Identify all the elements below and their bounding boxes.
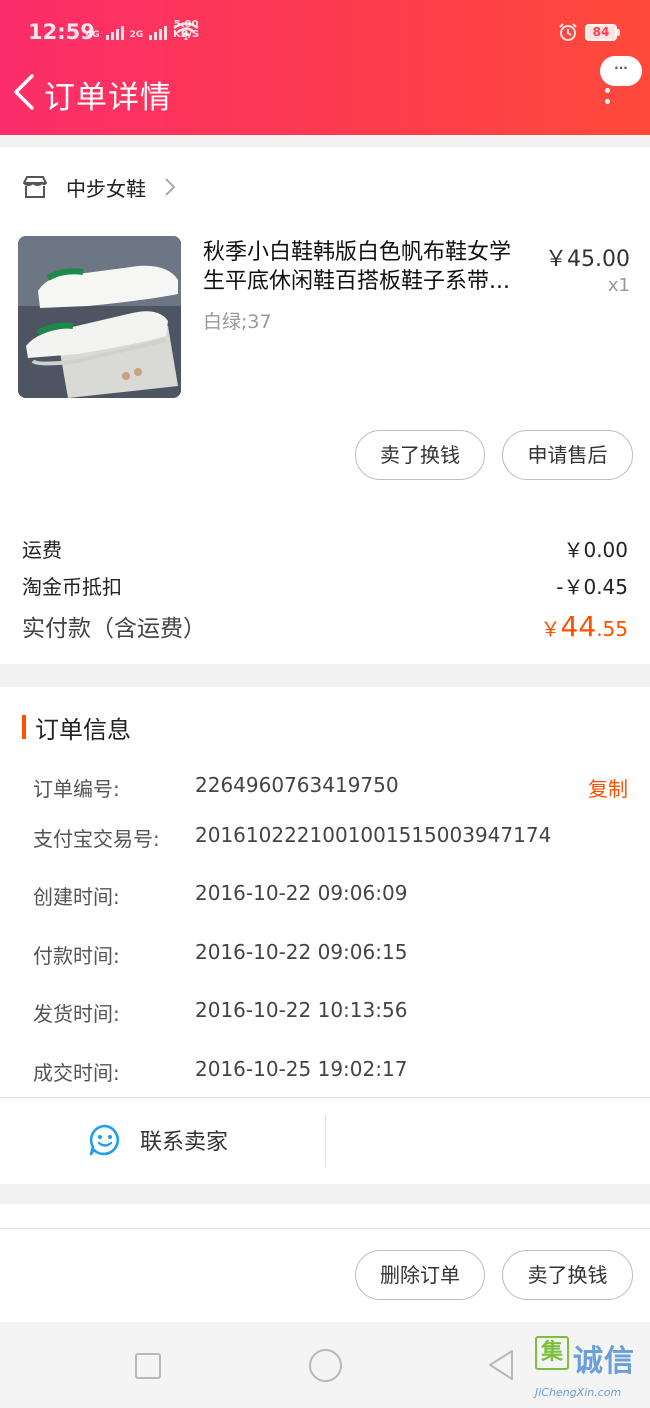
divider (0, 1097, 650, 1098)
order-product-card: 中步女鞋 秋季小白鞋韩版白色帆布鞋女学生平底休闲鞋百搭板鞋子系带... 白绿;3… (0, 147, 650, 664)
shop-name: 中步女鞋 (66, 176, 146, 201)
product-price: ￥45.00 (545, 247, 630, 272)
sell-for-cash-button[interactable]: 卖了换钱 (355, 430, 485, 480)
order-info-title: 订单信息 (22, 713, 131, 744)
coin-deduction-value: -￥0.45 (556, 575, 628, 599)
net-speed: 5.00 KB/S (173, 19, 200, 40)
shop-link[interactable]: 中步女鞋 (22, 171, 176, 203)
signal-bars-icon (105, 24, 124, 40)
network-4g-label: 4G (86, 30, 100, 40)
contact-seller-button[interactable]: 联系卖家 (88, 1123, 228, 1157)
chevron-right-icon (165, 178, 176, 196)
back-arrow-icon[interactable] (10, 72, 40, 112)
signal-bars-icon (149, 24, 168, 40)
coin-deduction-row: 淘金币抵扣 -￥0.45 (22, 571, 628, 600)
network-2g-label: 2G (129, 30, 144, 40)
alarm-icon (559, 23, 577, 41)
shipping-fee-value: ￥0.00 (563, 538, 628, 562)
product-sku: 白绿;37 (203, 311, 272, 333)
bottom-action-bar: 删除订单 卖了换钱 (0, 1204, 650, 1322)
battery-icon: 84 (585, 24, 620, 41)
status-bar: 12:59 4G 2G 5.00 KB/S 84 (0, 0, 650, 66)
product-title[interactable]: 秋季小白鞋韩版白色帆布鞋女学生平底休闲鞋百搭板鞋子系带... (203, 238, 528, 296)
nav-back-icon[interactable] (486, 1348, 516, 1382)
copy-button[interactable]: 复制 (588, 773, 628, 802)
divider (0, 1228, 650, 1229)
product-quantity: x1 (607, 275, 630, 296)
coin-deduction-label: 淘金币抵扣 (22, 575, 122, 599)
vertical-divider (325, 1115, 326, 1167)
watermark-logo: 集 诚信 JiChengXin.com (533, 1330, 650, 1408)
order-number-value: 2264960763419750 (195, 773, 399, 797)
recent-apps-icon[interactable] (135, 1353, 161, 1379)
more-menu-bubble[interactable]: ··· (600, 56, 642, 86)
shop-icon (23, 176, 47, 198)
delete-order-button[interactable]: 删除订单 (355, 1250, 485, 1300)
shipping-fee-label: 运费 (22, 538, 62, 562)
total-paid-value: ￥44.55 (540, 610, 628, 643)
chat-smile-icon (89, 1124, 120, 1156)
shoe-image (18, 236, 181, 398)
total-paid-label: 实付款（含运费） (22, 616, 206, 642)
sell-for-cash-button-bottom[interactable]: 卖了换钱 (502, 1250, 633, 1300)
home-icon[interactable] (309, 1349, 342, 1382)
status-time: 12:59 (28, 20, 95, 44)
apply-after-sale-button[interactable]: 申请售后 (502, 430, 633, 480)
page-title: 订单详情 (44, 80, 172, 116)
section-accent-bar (22, 715, 26, 739)
app-header: 12:59 4G 2G 5.00 KB/S 84 订单详情 ··· (0, 0, 650, 135)
shipping-fee-row: 运费 ￥0.00 (22, 534, 628, 563)
kebab-menu-icon[interactable] (601, 88, 613, 110)
product-image[interactable] (18, 236, 181, 398)
total-paid-row: 实付款（含运费） ￥44.55 (22, 609, 628, 643)
order-info-card: 订单信息 订单编号: 2264960763419750 复制 支付宝交易号: 2… (0, 687, 650, 1184)
